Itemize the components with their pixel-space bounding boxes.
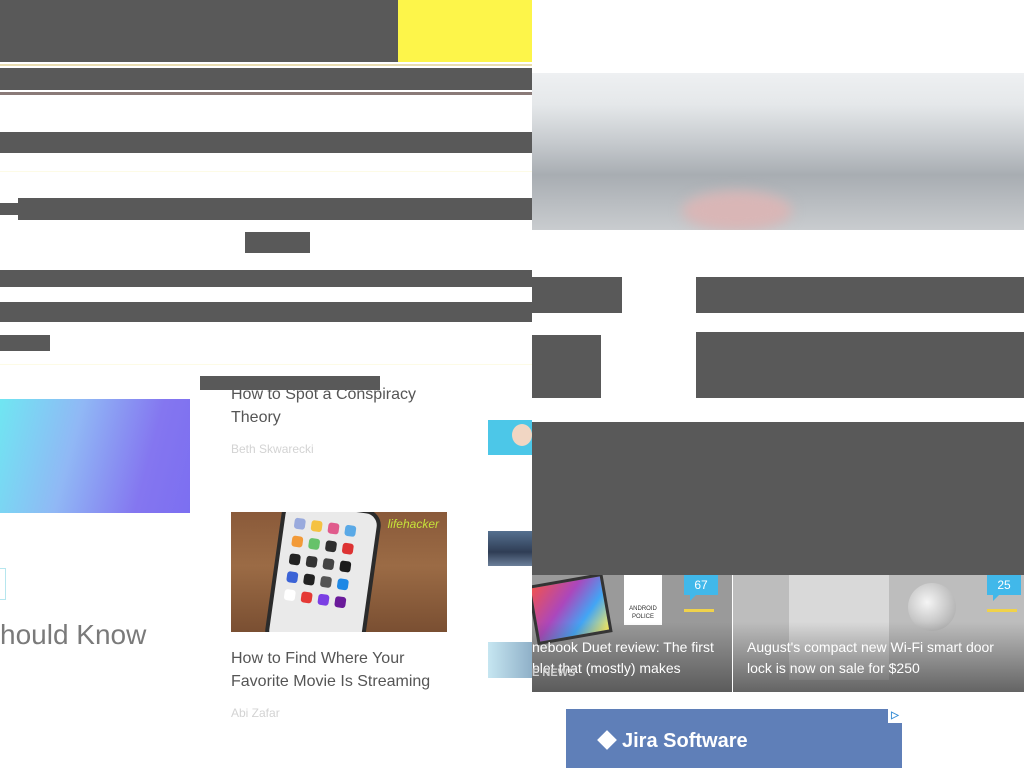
right-text-block-3 xyxy=(532,335,601,398)
avatar xyxy=(512,424,532,446)
section-heading: hould Know xyxy=(0,619,147,650)
right-text-block-4 xyxy=(696,332,1024,398)
headline-bar[interactable] xyxy=(18,198,532,220)
progress-bar xyxy=(987,609,1017,612)
comment-count-bubble[interactable]: 67 xyxy=(684,575,718,601)
right-text-block-2 xyxy=(696,277,1024,313)
article-thumbnail-phone[interactable]: lifehacker xyxy=(231,512,447,632)
news-card-title[interactable]: August's compact new Wi-Fi smart door lo… xyxy=(747,637,1022,679)
nav-underline xyxy=(0,92,532,95)
hero-blur xyxy=(682,191,792,230)
progress-bar xyxy=(684,609,714,612)
ad-choices-icon[interactable]: ▷ xyxy=(888,709,902,723)
android-police-logo: ANDROID POLICE xyxy=(624,575,662,625)
tag-box[interactable] xyxy=(0,568,6,600)
headline-marker xyxy=(0,203,18,215)
phone-image xyxy=(263,512,383,632)
nav-bar[interactable] xyxy=(0,68,532,90)
section-title-bar xyxy=(0,132,532,153)
brand-text: ANDROID POLICE xyxy=(629,606,657,620)
lifehacker-badge: lifehacker xyxy=(387,517,439,531)
header-bar xyxy=(0,0,398,62)
hero-image[interactable] xyxy=(532,73,1024,230)
article-title[interactable]: How to Find Where Your Favorite Movie Is… xyxy=(231,647,446,693)
separator-line xyxy=(0,171,532,172)
avatar-thumbnail[interactable] xyxy=(488,420,532,455)
article-thumbnail-gradient[interactable] xyxy=(0,399,190,513)
redacted-overlay xyxy=(200,376,380,390)
text-line-1 xyxy=(0,270,532,287)
source-label: E NEWS xyxy=(532,667,576,679)
ad-text: Jira Software xyxy=(622,730,748,752)
news-card[interactable]: 25 August's compact new Wi-Fi smart door… xyxy=(733,575,1024,692)
header-divider xyxy=(0,64,532,66)
article-author[interactable]: Beth Skwarecki xyxy=(231,442,314,456)
people-thumbnail[interactable] xyxy=(488,642,532,678)
crowd-thumbnail[interactable] xyxy=(488,531,532,566)
header-yellow-block xyxy=(398,0,532,62)
news-card[interactable]: ANDROID POLICE 67 nebook Duet review: Th… xyxy=(532,575,732,692)
category-tag[interactable] xyxy=(245,232,310,253)
right-text-block-1 xyxy=(532,277,622,313)
jira-logo-icon xyxy=(597,730,617,750)
text-line-3 xyxy=(0,335,50,351)
comment-count-bubble[interactable]: 25 xyxy=(987,575,1021,601)
right-video-block[interactable] xyxy=(532,422,1024,575)
advertisement-banner[interactable]: Jira Software ▷ xyxy=(566,709,902,768)
separator-line-2 xyxy=(0,364,532,365)
article-author[interactable]: Abi Zafar xyxy=(231,706,280,720)
text-line-2 xyxy=(0,302,532,322)
article-title-line2[interactable]: Theory xyxy=(231,406,281,429)
